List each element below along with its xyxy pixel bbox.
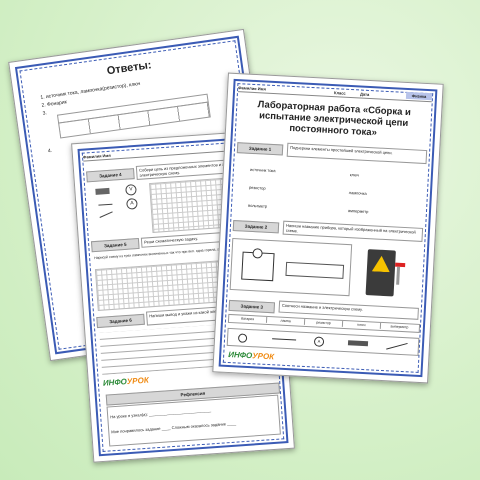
task1-label: Задание 1 [236, 142, 284, 156]
header-name: Фамилия Имя [82, 152, 111, 160]
answer-3: 3. [42, 110, 48, 117]
answer-4: 4. [47, 147, 53, 155]
resistor-icon [95, 187, 110, 195]
answer-field [285, 261, 345, 279]
resistor-icon [347, 340, 369, 347]
header-class: Класс [333, 90, 346, 96]
battery-icon [272, 338, 297, 341]
word-item: лампочка [348, 190, 367, 196]
header-date: Дата [359, 91, 370, 97]
subject-badge: Физика [405, 91, 433, 101]
table-cell: лампа [266, 316, 306, 325]
lamp-icon [237, 333, 248, 343]
task2-label: Задание 2 [232, 220, 280, 234]
table-cell: амперметр [390, 324, 409, 330]
word-item: ключ [349, 172, 360, 178]
word-item: вольтметр [247, 202, 268, 209]
task3-label: Задание 3 [228, 299, 276, 314]
switch-icon [386, 342, 408, 350]
reflection-line-1: На уроке я узнал(а): ___________________… [110, 407, 212, 420]
table-cell: резистор [304, 318, 344, 327]
header-name: Фамилия Имя [238, 85, 266, 92]
table-cell: батарея [228, 314, 268, 323]
word-item: амперметр [347, 208, 369, 215]
table-cell: ключ [342, 320, 382, 329]
task2-circuit-box [229, 238, 353, 297]
ammeter-icon: A [313, 336, 325, 347]
lab-sheet: Фамилия Имя Класс Дата Физика Лабораторн… [212, 72, 444, 384]
reflection-line-2: Мне понравилось задание ____ Сложным ока… [111, 420, 237, 435]
word-item: резистор [248, 184, 266, 191]
electrical-panel-icon [361, 247, 408, 301]
